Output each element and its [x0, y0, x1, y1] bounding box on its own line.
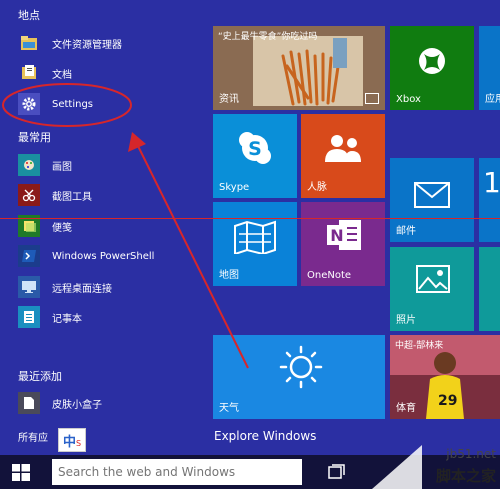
annotation-arrow	[128, 132, 249, 369]
search-box[interactable]	[52, 459, 302, 485]
watermark-fold	[372, 445, 422, 489]
watermark: jb51.net 脚本之家	[372, 445, 500, 489]
start-button[interactable]	[0, 455, 44, 489]
windows-logo-icon	[12, 464, 30, 481]
watermark-site: jb51.net	[446, 447, 496, 461]
task-view-icon	[328, 464, 345, 479]
watermark-name: 脚本之家	[435, 467, 496, 485]
task-view-button[interactable]	[320, 455, 354, 489]
search-input[interactable]	[56, 462, 300, 482]
